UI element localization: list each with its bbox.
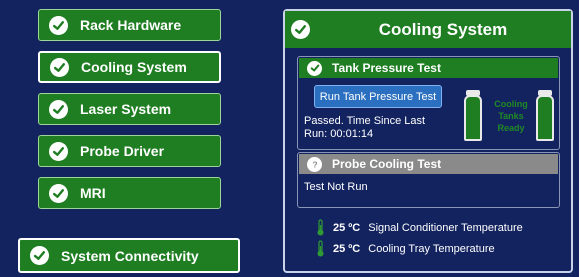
tank-pressure-title: Tank Pressure Test: [332, 61, 441, 75]
temperature-value: 25 ºC: [333, 242, 361, 255]
nav-label: Laser System: [80, 101, 172, 117]
tank-pressure-section: Tank Pressure Test Run Tank Pressure Tes…: [297, 56, 560, 150]
main-screen: Rack Hardware Cooling System Laser Syste…: [0, 0, 579, 277]
probe-cooling-section: ? Probe Cooling Test Test Not Run: [297, 152, 560, 208]
check-circle-icon: [30, 246, 49, 265]
check-circle-icon: [49, 183, 68, 203]
nav-label: Probe Driver: [80, 143, 165, 159]
check-circle-icon: [49, 15, 68, 35]
probe-cooling-title: Probe Cooling Test: [332, 157, 442, 171]
temperature-label: Cooling Tray Temperature: [368, 242, 495, 255]
nav-label: Rack Hardware: [80, 17, 182, 33]
nav-button-cooling-system[interactable]: Cooling System: [38, 51, 221, 83]
nav-button-system-connectivity[interactable]: System Connectivity: [18, 238, 240, 273]
probe-cooling-header: ? Probe Cooling Test: [299, 154, 558, 174]
nav-label: Cooling System: [81, 59, 187, 75]
nav-button-rack-hardware[interactable]: Rack Hardware: [38, 9, 221, 41]
check-circle-icon: [49, 99, 68, 119]
thermometer-icon: [317, 219, 324, 236]
cooling-tanks-ready-label: Cooling Tanks Ready: [494, 99, 528, 133]
nav-button-laser-system[interactable]: Laser System: [38, 93, 221, 125]
status-line-2: Run: 00:01:14: [304, 128, 374, 140]
status-line-1: Passed. Time Since Last: [304, 115, 426, 127]
nav-button-mri[interactable]: MRI: [38, 177, 221, 209]
thermometer-icon: [317, 240, 324, 257]
nav-button-probe-driver[interactable]: Probe Driver: [38, 135, 221, 167]
nav-label: MRI: [80, 185, 106, 201]
cooling-tank-icon: [464, 95, 482, 141]
tank-pressure-header: Tank Pressure Test: [299, 58, 558, 78]
panel-title: Cooling System: [378, 19, 508, 39]
cooling-tank-icon: [536, 95, 554, 141]
panel-header: Cooling System: [285, 11, 571, 48]
temperature-label: Signal Conditioner Temperature: [368, 221, 523, 234]
tank-pressure-status: Passed. Time Since Last Run: 00:01:14: [304, 115, 425, 141]
svg-text:?: ?: [312, 159, 317, 169]
check-circle-icon: [50, 57, 69, 77]
temperature-value: 25 ºC: [333, 221, 361, 234]
question-circle-icon: ?: [307, 156, 322, 172]
run-tank-pressure-test-button[interactable]: Run Tank Pressure Test: [314, 85, 442, 108]
temperature-row-signal-conditioner: 25 ºC Signal Conditioner Temperature: [316, 219, 523, 236]
nav-label: System Connectivity: [61, 247, 199, 264]
check-circle-icon: [49, 141, 68, 161]
check-circle-icon: [307, 60, 322, 76]
probe-cooling-status: Test Not Run: [304, 181, 368, 193]
temperature-row-cooling-tray: 25 ºC Cooling Tray Temperature: [316, 240, 495, 257]
